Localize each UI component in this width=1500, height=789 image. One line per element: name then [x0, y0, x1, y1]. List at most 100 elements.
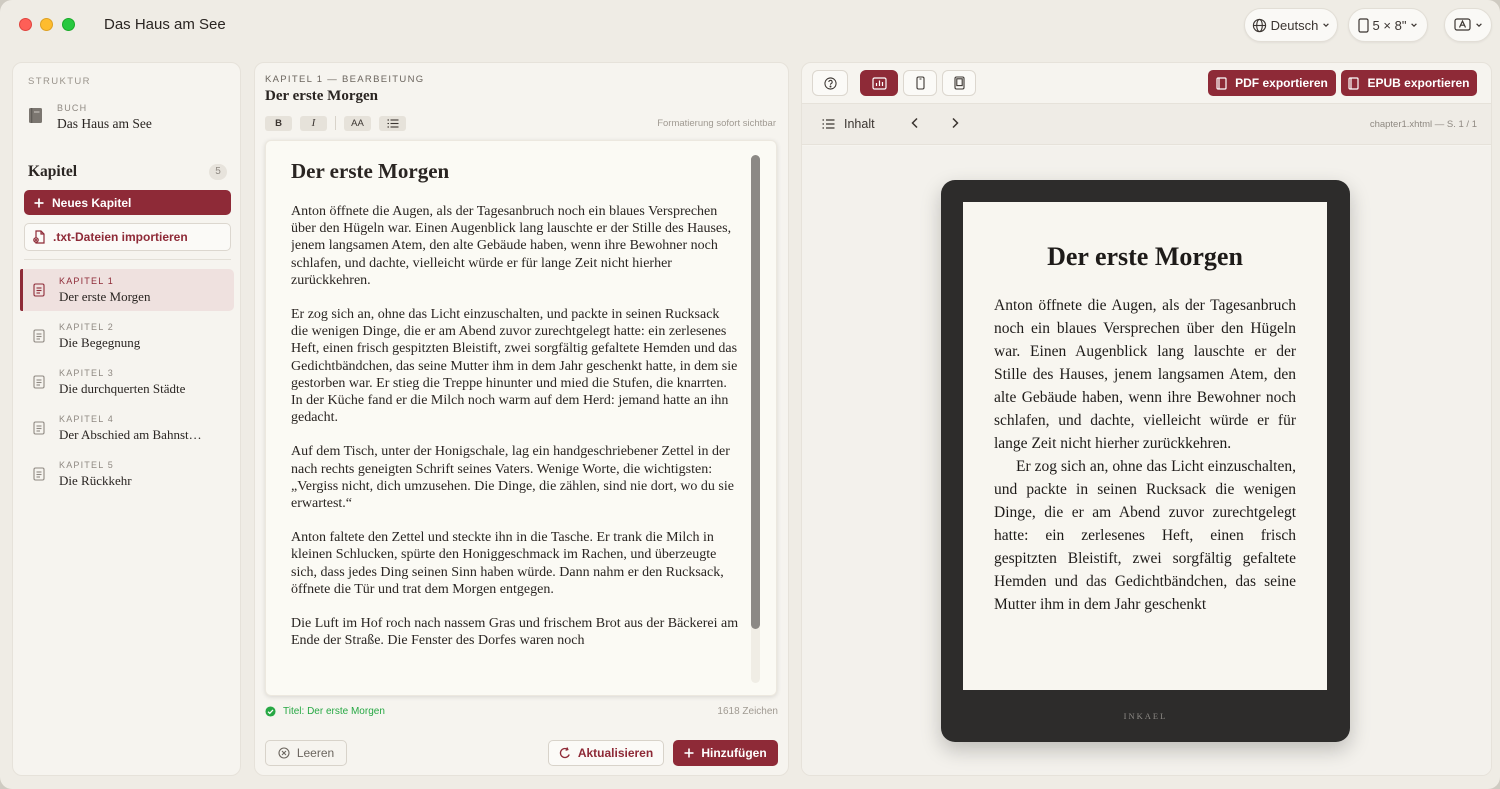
- title-bar: Das Haus am See Deutsch 5 × 8": [0, 0, 1500, 52]
- book-icon: [1348, 76, 1360, 90]
- paragraph: Die Luft im Hof roch nach nassem Gras un…: [291, 616, 739, 649]
- document-icon: [33, 421, 45, 435]
- bar-chart-icon: [871, 76, 887, 90]
- clear-button[interactable]: Leeren: [265, 740, 347, 766]
- character-count: 1618 Zeichen: [717, 706, 778, 717]
- export-pdf-label: PDF exportieren: [1235, 76, 1328, 90]
- paragraph: Anton öffnete die Augen, als der Tagesan…: [291, 204, 732, 288]
- help-button[interactable]: [812, 70, 848, 96]
- export-epub-button[interactable]: EPUB exportieren: [1341, 70, 1477, 96]
- chapter-text-area[interactable]: Der erste Morgen Anton öffnete die Augen…: [265, 140, 777, 696]
- new-chapter-button[interactable]: Neues Kapitel: [24, 190, 231, 215]
- chapter-title: Die durchquerten Städte: [59, 380, 186, 396]
- chapter-number: KAPITEL 5: [59, 459, 114, 470]
- zoom-window-button[interactable]: [62, 18, 75, 31]
- ereader-page: Der erste Morgen Anton öffnete die Augen…: [994, 242, 1296, 662]
- chapter-item-5[interactable]: KAPITEL 5 Die Rückkehr: [20, 453, 234, 495]
- ereader-paragraph: Anton öffnete die Augen, als der Tagesan…: [994, 297, 1296, 452]
- format-toolbar: B I AA: [265, 115, 406, 131]
- book-kind-label: BUCH: [57, 103, 88, 113]
- chapter-item-1[interactable]: KAPITEL 1 Der erste Morgen: [20, 269, 234, 311]
- structure-label: STRUKTUR: [28, 76, 91, 87]
- clear-label: Leeren: [296, 746, 335, 760]
- scrollbar-track[interactable]: [751, 155, 760, 683]
- help-icon: [823, 76, 837, 90]
- book-title: Das Haus am See: [57, 116, 152, 131]
- previous-page-button[interactable]: [910, 116, 920, 132]
- import-txt-label: .txt-Dateien importieren: [53, 230, 188, 244]
- chapter-item-2[interactable]: KAPITEL 2 Die Begegnung: [20, 315, 234, 357]
- content-heading: Der erste Morgen: [291, 159, 450, 183]
- editor-title: Der erste Morgen: [265, 88, 378, 104]
- chapter-number: KAPITEL 1: [59, 275, 114, 286]
- document-icon: [33, 467, 45, 481]
- chevron-right-icon: [952, 117, 959, 129]
- view-stats-button[interactable]: [860, 70, 898, 96]
- chapter-title: Der Abschied am Bahnst…: [59, 426, 202, 442]
- bold-button[interactable]: B: [265, 115, 292, 131]
- preview-toolbar: PDF exportieren EPUB exportieren: [802, 63, 1491, 103]
- document-icon: [33, 283, 45, 297]
- language-selector[interactable]: Deutsch: [1244, 8, 1338, 42]
- list-icon: [387, 118, 398, 128]
- window-title: Das Haus am See: [104, 16, 226, 33]
- refresh-button[interactable]: Aktualisieren: [548, 740, 664, 766]
- typography-selector[interactable]: [1444, 8, 1492, 42]
- toc-label: Inhalt: [844, 117, 875, 131]
- minimize-window-button[interactable]: [40, 18, 53, 31]
- font-size-button[interactable]: AA: [344, 115, 371, 131]
- ereader-chapter-title: Der erste Morgen: [1047, 242, 1243, 271]
- chapter-editor-panel: KAPITEL 1 — BEARBEITUNG Der erste Morgen…: [254, 62, 789, 776]
- chapter-number: KAPITEL 4: [59, 413, 114, 424]
- sidebar-divider: [24, 259, 231, 260]
- chapter-count-badge: 5: [209, 164, 227, 180]
- next-page-button[interactable]: [950, 116, 960, 132]
- export-pdf-button[interactable]: PDF exportieren: [1208, 70, 1336, 96]
- add-button[interactable]: Hinzufügen: [673, 740, 778, 766]
- chevron-down-icon: [1475, 23, 1482, 28]
- plus-icon: [684, 748, 694, 758]
- chapter-number: KAPITEL 3: [59, 367, 114, 378]
- new-chapter-label: Neues Kapitel: [52, 195, 132, 210]
- chapter-title: Die Rückkehr: [59, 472, 132, 488]
- book-entry[interactable]: BUCH Das Haus am See: [28, 103, 152, 132]
- ereader-preview-button[interactable]: [942, 70, 976, 96]
- paragraph: Anton faltete den Zettel und steckte ihn…: [291, 530, 724, 597]
- scrollbar-thumb[interactable]: [751, 155, 760, 629]
- italic-button[interactable]: I: [300, 115, 327, 131]
- refresh-icon: [559, 747, 570, 759]
- phone-preview-button[interactable]: [903, 70, 937, 96]
- status-text: Titel: Der erste Morgen: [283, 706, 385, 717]
- refresh-label: Aktualisieren: [577, 746, 654, 760]
- clear-icon: [278, 747, 290, 759]
- document-icon: [33, 329, 45, 343]
- table-of-contents-button[interactable]: Inhalt: [822, 117, 875, 131]
- format-hint: Formatierung sofort sichtbar: [657, 118, 776, 129]
- plus-icon: [34, 198, 44, 207]
- device-brand: INKAEL: [1123, 711, 1168, 721]
- import-txt-button[interactable]: .txt-Dateien importieren: [24, 223, 231, 251]
- trim-size-selector[interactable]: 5 × 8": [1348, 8, 1428, 42]
- chapter-title: Die Begegnung: [59, 334, 141, 350]
- status-row: Titel: Der erste Morgen 1618 Zeichen: [265, 706, 778, 717]
- ereader-device: Der erste Morgen Anton öffnete die Augen…: [941, 180, 1350, 742]
- text-content[interactable]: Der erste Morgen Anton öffnete die Augen…: [291, 159, 739, 681]
- trim-size-label: 5 × 8": [1372, 17, 1407, 33]
- structure-sidebar: STRUKTUR BUCH Das Haus am See Kapitel 5 …: [12, 62, 241, 776]
- chapter-item-3[interactable]: KAPITEL 3 Die durchquerten Städte: [20, 361, 234, 403]
- close-window-button[interactable]: [19, 18, 32, 31]
- chapter-title: Der erste Morgen: [59, 288, 151, 304]
- language-label: Deutsch: [1270, 17, 1319, 33]
- chevron-down-icon: [1411, 23, 1418, 28]
- paragraph: Auf dem Tisch, unter der Honigschale, la…: [291, 444, 734, 512]
- file-import-icon: [33, 230, 45, 244]
- document-icon: [1216, 76, 1227, 90]
- file-page-info: chapter1.xhtml — S. 1 / 1: [1369, 119, 1477, 130]
- ereader-icon: [953, 76, 965, 90]
- list-icon: [822, 119, 835, 129]
- chapter-item-4[interactable]: KAPITEL 4 Der Abschied am Bahnst…: [20, 407, 234, 449]
- chapter-number: KAPITEL 2: [59, 321, 114, 332]
- ereader-paragraph: Er zog sich an, ohne das Licht einzu­sch…: [994, 458, 1296, 613]
- list-button[interactable]: [379, 115, 406, 131]
- toolbar-separator: [335, 116, 336, 130]
